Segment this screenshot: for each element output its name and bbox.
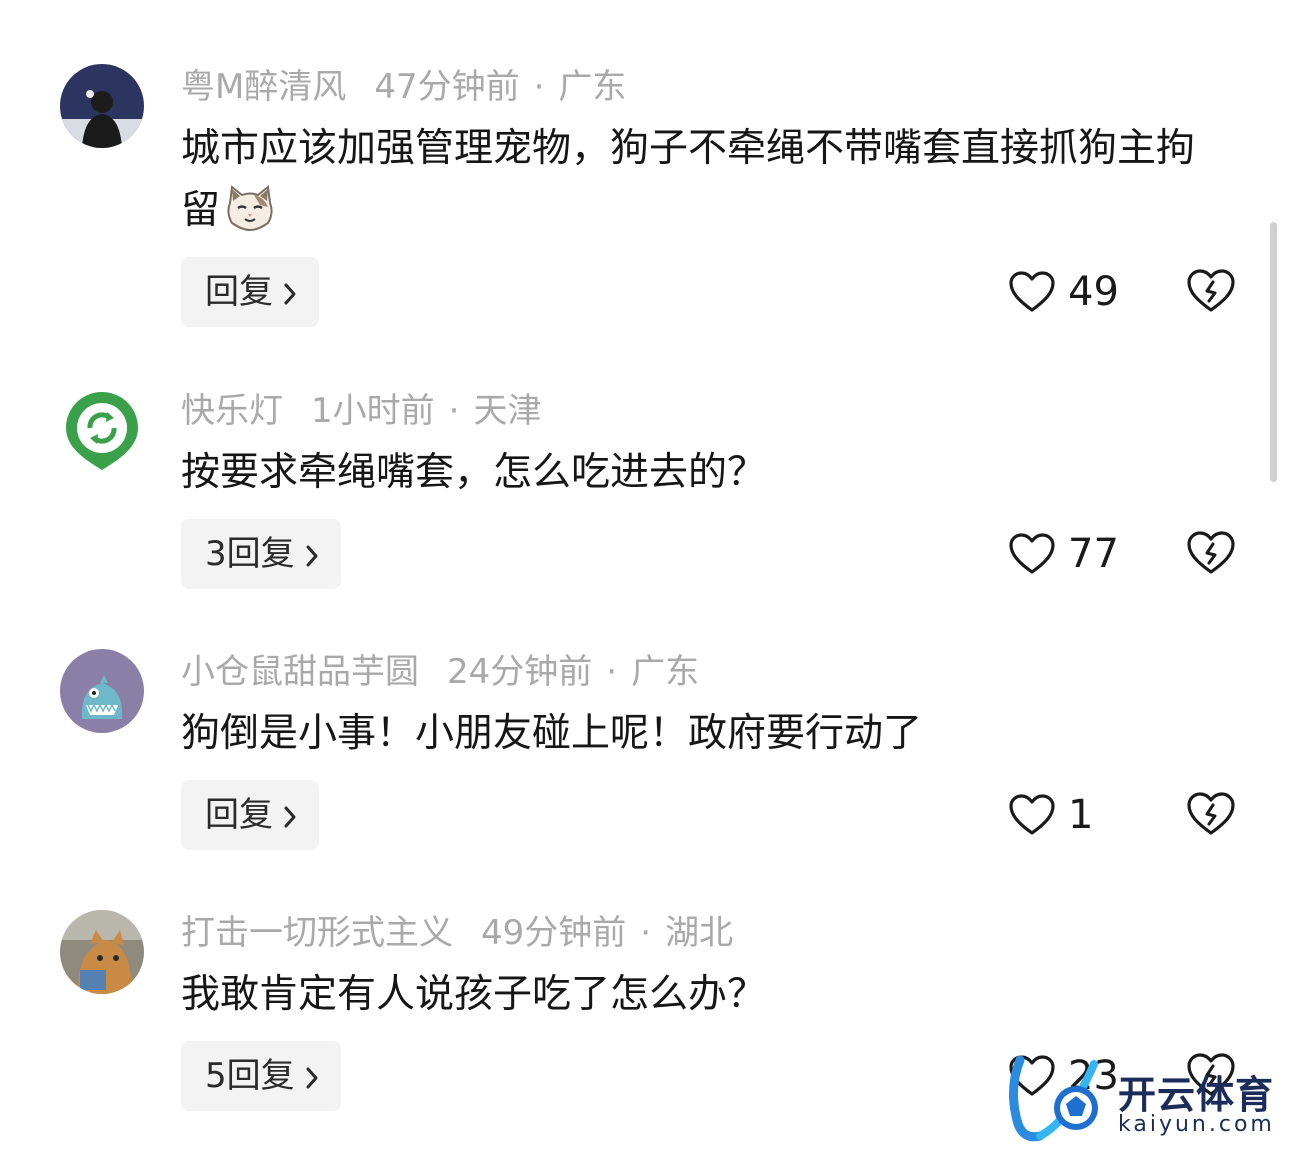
comment-text-content: 城市应该加强管理宠物，狗子不牵绳不带嘴套直接抓狗主拘留 [181, 126, 1196, 233]
reply-label: 3回复 [205, 534, 295, 574]
comment-location: 天津 [473, 391, 542, 431]
comment-text-content: 我敢肯定有人说孩子吃了怎么办？ [181, 972, 767, 1017]
watermark-logo-icon [1008, 1055, 1098, 1142]
reply-label: 回复 [205, 272, 273, 312]
chevron-right-icon [305, 1044, 319, 1114]
chevron-right-icon [283, 783, 297, 853]
comment-meta: 快乐灯 1小时前 · 天津 [181, 388, 541, 434]
user-avatar[interactable] [60, 649, 144, 733]
green-refresh-avatar-icon [60, 388, 144, 472]
comment-text: 狗倒是小事！小朋友碰上呢！政府要行动了 [181, 703, 1231, 765]
dislike-button[interactable] [1186, 791, 1236, 839]
dislike-button[interactable] [1186, 268, 1236, 316]
watermark: 开云体育 kaiyun.com [1000, 1050, 1285, 1150]
reply-button[interactable]: 回复 [181, 780, 319, 850]
user-avatar[interactable] [60, 910, 144, 994]
chevron-right-icon [305, 522, 319, 592]
comment-item: 小仓鼠甜品芋圆 24分钟前 · 广东 狗倒是小事！小朋友碰上呢！政府要行动了 回复 1 [0, 585, 1290, 850]
heart-icon [1009, 271, 1055, 312]
like-count: 77 [1068, 531, 1119, 577]
comment-time: 49分钟前 [481, 913, 627, 953]
comment-text-content: 狗倒是小事！小朋友碰上呢！政府要行动了 [181, 711, 923, 756]
heart-icon [1009, 533, 1055, 574]
cat-photo-avatar-icon [60, 910, 144, 994]
chevron-right-icon [283, 260, 297, 330]
dislike-button[interactable] [1186, 530, 1236, 578]
broken-heart-icon [1187, 269, 1235, 312]
like-count: 49 [1068, 269, 1119, 315]
username[interactable]: 快乐灯 [181, 391, 283, 431]
user-avatar[interactable] [60, 388, 144, 472]
comment-time: 1小时前 [311, 391, 435, 431]
comment-text: 城市应该加强管理宠物，狗子不牵绳不带嘴套直接抓狗主拘留 [181, 118, 1231, 250]
meta-separator: · [640, 913, 652, 953]
comment-location: 广东 [631, 652, 700, 692]
heart-icon [1009, 794, 1055, 835]
broken-heart-icon [1187, 531, 1235, 574]
user-avatar[interactable] [60, 64, 144, 148]
comment-time: 47分钟前 [374, 67, 520, 107]
comment-location: 湖北 [665, 913, 734, 953]
cat-emoji-icon [224, 185, 276, 250]
reply-button[interactable]: 回复 [181, 257, 319, 327]
username[interactable]: 粤M醉清风 [181, 67, 346, 107]
reply-label: 5回复 [205, 1056, 295, 1096]
reply-button[interactable]: 3回复 [181, 519, 341, 589]
like-button[interactable]: 77 [1008, 530, 1119, 578]
comment-meta: 小仓鼠甜品芋圆 24分钟前 · 广东 [181, 649, 699, 695]
comment-location: 广东 [558, 67, 627, 107]
username[interactable]: 打击一切形式主义 [181, 913, 453, 953]
reply-label: 回复 [205, 795, 273, 835]
comment-time: 24分钟前 [447, 652, 593, 692]
purple-monster-avatar-icon [60, 649, 144, 733]
comment-text-content: 按要求牵绳嘴套，怎么吃进去的？ [181, 450, 767, 495]
like-button[interactable]: 49 [1008, 268, 1119, 316]
comment-text: 按要求牵绳嘴套，怎么吃进去的？ [181, 442, 1231, 504]
like-count: 1 [1068, 792, 1094, 838]
reply-button[interactable]: 5回复 [181, 1041, 341, 1111]
comment-item: 快乐灯 1小时前 · 天津 按要求牵绳嘴套，怎么吃进去的？ 3回复 77 [0, 324, 1290, 589]
meta-separator: · [533, 67, 545, 107]
watermark-url: kaiyun.com [1118, 1112, 1275, 1137]
broken-heart-icon [1187, 792, 1235, 835]
comment-text: 我敢肯定有人说孩子吃了怎么办？ [181, 964, 1231, 1026]
like-button[interactable]: 1 [1008, 791, 1093, 839]
comment-meta: 打击一切形式主义 49分钟前 · 湖北 [181, 910, 733, 956]
comment-meta: 粤M醉清风 47分钟前 · 广东 [181, 64, 626, 110]
person-avatar-icon [60, 64, 144, 148]
comment-item: 粤M醉清风 47分钟前 · 广东 城市应该加强管理宠物，狗子不牵绳不带嘴套直接抓狗主拘… [0, 0, 1290, 327]
scrollbar[interactable] [1270, 222, 1277, 482]
watermark-text: 开云体育 [1118, 1073, 1275, 1117]
meta-separator: · [448, 391, 460, 431]
meta-separator: · [606, 652, 618, 692]
username[interactable]: 小仓鼠甜品芋圆 [181, 652, 419, 692]
